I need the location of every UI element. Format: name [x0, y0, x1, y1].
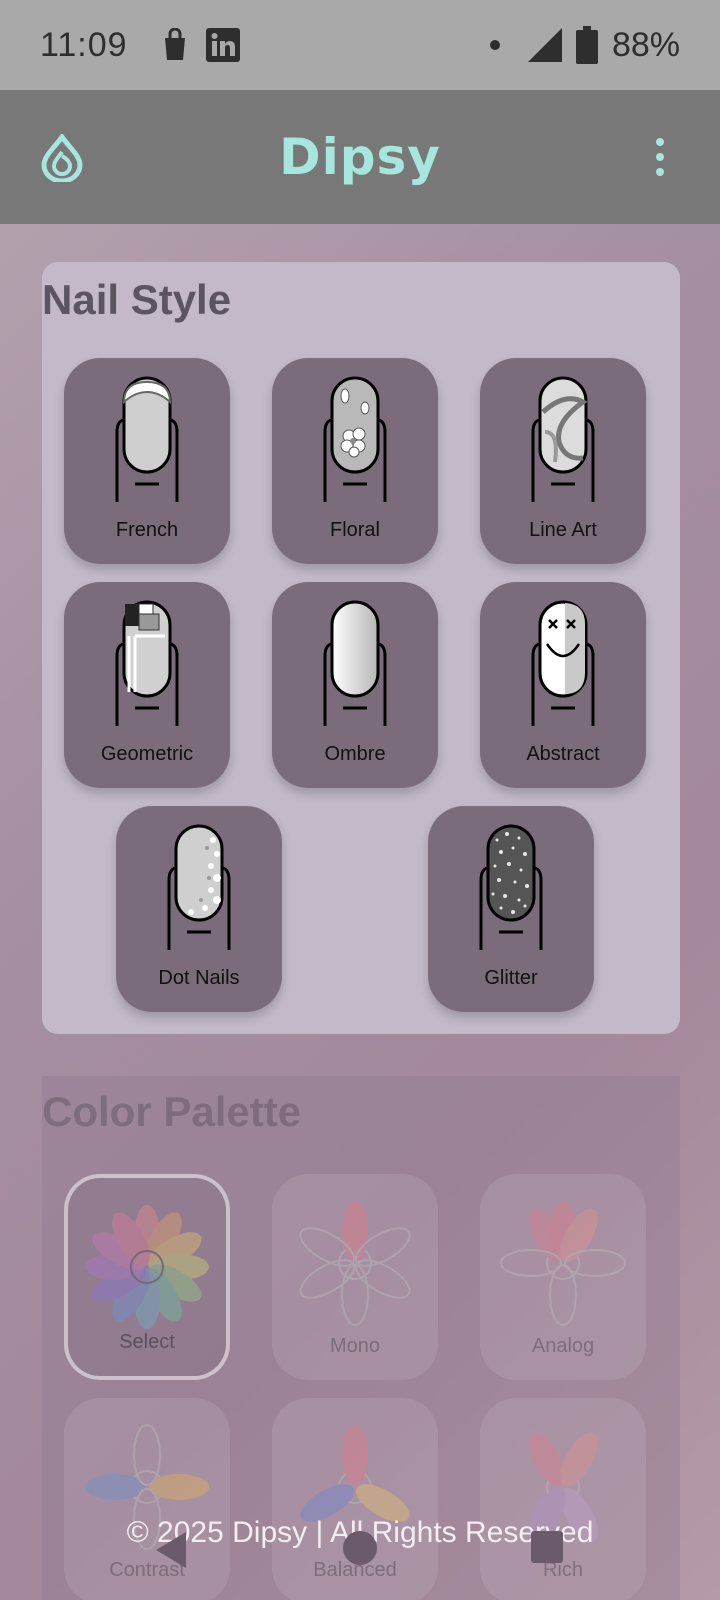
app-title: Dipsy [279, 128, 441, 186]
nail-style-label: Floral [329, 519, 380, 541]
nail-style-geometric[interactable]: Geometric [64, 582, 230, 788]
glitter-nail-icon [479, 824, 543, 950]
nail-style-label: Glitter [484, 967, 538, 989]
nail-style-label: Line Art [529, 519, 597, 541]
nail-style-dot-nails[interactable]: Dot Nails [116, 806, 282, 1012]
app-bar: Dipsy [0, 90, 720, 224]
nail-style-glitter[interactable]: Glitter [428, 806, 594, 1012]
mono-wheel-icon [299, 1201, 411, 1326]
palette-balanced[interactable]: Balanced [272, 1398, 438, 1600]
abstract-nail-icon [531, 600, 595, 726]
nail-style-label: Ombre [324, 743, 386, 765]
status-time: 11:09 [40, 25, 128, 64]
french-nail-icon [115, 376, 179, 502]
nail-style-label: Abstract [526, 743, 600, 765]
recents-nav-icon[interactable] [530, 1530, 564, 1564]
status-bar: 11:09 88% [0, 0, 720, 90]
nail-style-floral[interactable]: Floral [272, 358, 438, 564]
line-art-nail-icon [531, 376, 595, 502]
nail-style-abstract[interactable]: Abstract [480, 582, 646, 788]
droplet-logo-icon[interactable] [40, 134, 84, 182]
floral-nail-icon [323, 376, 387, 502]
battery-icon [575, 26, 598, 64]
shopping-bag-icon [164, 28, 185, 60]
palette-contrast[interactable]: Contrast [64, 1398, 230, 1600]
nail-style-label: French [115, 519, 179, 541]
linkedin-icon [205, 28, 240, 62]
nail-style-card: Nail Style French Floral Line Art Geomet… [42, 262, 680, 1034]
color-wheel-icon [85, 1205, 209, 1329]
nail-style-ombre[interactable]: Ombre [272, 582, 438, 788]
color-palette-title: Color Palette [42, 1088, 302, 1135]
palette-label: Analog [531, 1335, 595, 1357]
dot-nails-icon [167, 824, 231, 950]
palette-rich[interactable]: Rich [480, 1398, 646, 1600]
signal-icon [527, 28, 562, 62]
palette-label: Select [119, 1331, 175, 1353]
back-nav-icon[interactable] [152, 1530, 188, 1570]
palette-label: Contrast [109, 1559, 185, 1581]
home-nav-icon[interactable] [342, 1530, 378, 1566]
palette-mono[interactable]: Mono [272, 1174, 438, 1380]
nail-style-line-art[interactable]: Line Art [480, 358, 646, 564]
notification-dot-icon [489, 40, 500, 50]
battery-level: 88% [611, 25, 680, 64]
nail-style-title: Nail Style [42, 276, 232, 323]
ombre-nail-icon [323, 600, 387, 726]
analog-wheel-icon [500, 1201, 626, 1326]
palette-analog[interactable]: Analog [480, 1174, 646, 1380]
nail-style-label: Geometric [100, 743, 194, 765]
palette-select[interactable]: Select [64, 1174, 230, 1380]
nail-style-label: Dot Nails [158, 967, 240, 989]
nail-style-french[interactable]: French [64, 358, 230, 564]
more-options-icon[interactable] [656, 138, 664, 176]
geometric-nail-icon [115, 600, 179, 726]
palette-label: Mono [329, 1335, 381, 1357]
